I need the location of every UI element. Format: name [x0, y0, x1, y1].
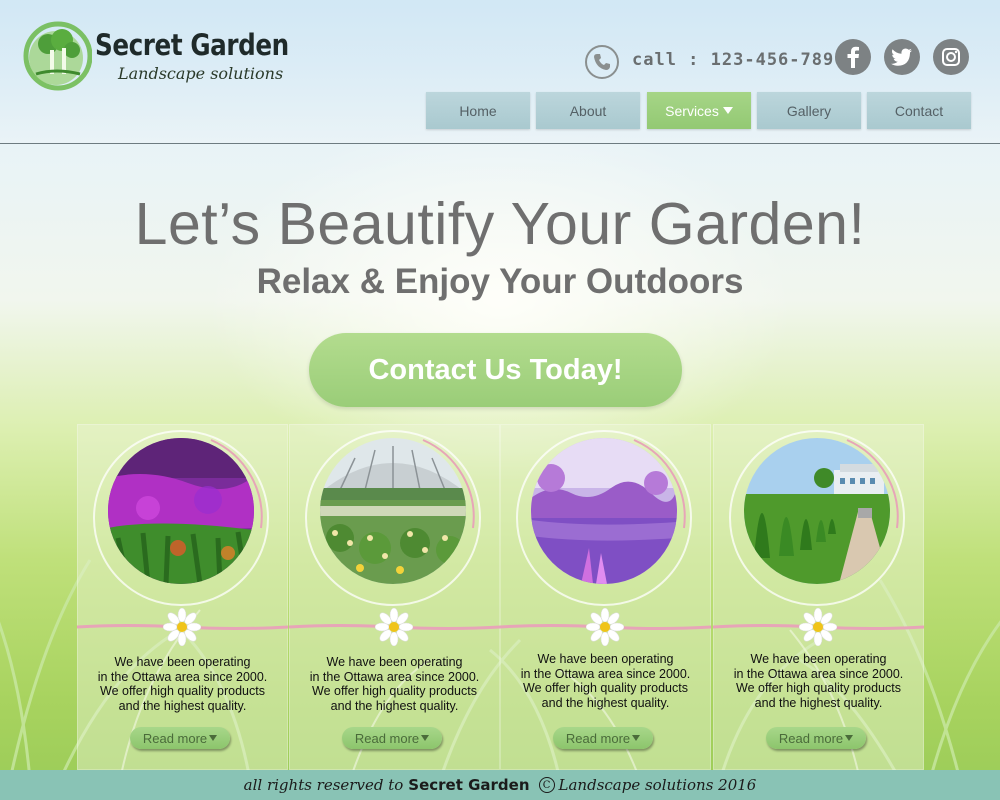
nav-label: About — [569, 102, 607, 119]
card-text-line: in the Ottawa area since 2000. — [733, 666, 904, 681]
facebook-icon[interactable] — [835, 39, 871, 75]
card-description: We have been operating in the Ottawa are… — [713, 652, 924, 710]
card-text-line: We offer high quality products — [100, 684, 265, 698]
card-description: We have been operating in the Ottawa are… — [77, 655, 288, 713]
contact-us-button[interactable]: Contact Us Today! — [309, 333, 682, 407]
card-text-line: in the Ottawa area since 2000. — [520, 666, 691, 681]
nav-label: Gallery — [786, 102, 832, 119]
read-more-label: Read more — [778, 730, 844, 746]
phone-icon — [585, 45, 619, 79]
nav-label: Contact — [894, 102, 944, 119]
daisy-icon — [586, 608, 624, 646]
hero-title: Let’s Beautify Your Garden! — [134, 191, 866, 257]
read-more-button[interactable]: Read more — [553, 727, 653, 749]
photo-purple-flower-field — [108, 438, 254, 584]
instagram-icon[interactable] — [933, 39, 969, 75]
chevron-down-icon — [722, 107, 733, 114]
footer-prefix: all rights reserved to — [243, 776, 404, 794]
hero-subtitle: Relax & Enjoy Your Outdoors — [256, 262, 744, 301]
logo-icon[interactable] — [22, 16, 92, 92]
service-card: We have been operating in the Ottawa are… — [713, 424, 924, 770]
card-text-line: We have been operating — [326, 655, 463, 669]
card-text-line: in the Ottawa area since 2000. — [97, 669, 268, 684]
card-description: We have been operating in the Ottawa are… — [500, 652, 711, 710]
brand-tagline: Landscape solutions — [118, 64, 284, 83]
nav-contact[interactable]: Contact — [867, 92, 971, 129]
photo-purple-lake-reflection — [531, 438, 677, 584]
chevron-down-icon — [845, 735, 854, 741]
brand-name[interactable]: Secret Garden — [95, 28, 289, 62]
card-text-line: We offer high quality products — [736, 681, 901, 695]
photo-greenhouse-flower-garden — [320, 438, 466, 584]
card-text-line: and the highest quality. — [330, 698, 459, 713]
card-text-line: and the highest quality. — [541, 695, 670, 710]
service-card: We have been operating in the Ottawa are… — [289, 424, 500, 770]
twitter-icon[interactable] — [884, 39, 920, 75]
copyright-icon: C — [538, 777, 555, 793]
read-more-label: Read more — [354, 730, 420, 746]
card-text-line: and the highest quality. — [118, 698, 247, 713]
nav-label: Home — [459, 102, 497, 119]
card-text-line: We have been operating — [114, 655, 251, 669]
chevron-down-icon — [421, 735, 430, 741]
read-more-label: Read more — [565, 730, 631, 746]
footer-suffix: Landscape solutions 2016 — [558, 776, 757, 794]
card-text-line: in the Ottawa area since 2000. — [309, 669, 480, 684]
card-text-line: We offer high quality products — [312, 684, 477, 698]
daisy-icon — [799, 608, 837, 646]
site-header: Secret Garden Landscape solutions call :… — [0, 0, 1000, 144]
card-text-line: We offer high quality products — [523, 681, 688, 695]
chevron-down-icon — [209, 735, 218, 741]
service-card: We have been operating in the Ottawa are… — [500, 424, 711, 770]
card-description: We have been operating in the Ottawa are… — [289, 655, 500, 713]
read-more-label: Read more — [142, 730, 208, 746]
read-more-button[interactable]: Read more — [342, 727, 442, 749]
daisy-icon — [375, 608, 413, 646]
nav-home[interactable]: Home — [426, 92, 530, 129]
card-text-line: We have been operating — [750, 652, 887, 666]
nav-about[interactable]: About — [536, 92, 640, 129]
service-card: We have been operating in the Ottawa are… — [77, 424, 288, 770]
read-more-button[interactable]: Read more — [130, 727, 230, 749]
photo-topiary-garden-path — [744, 438, 890, 584]
phone-number[interactable]: call : 123-456-7890 — [632, 50, 845, 70]
footer-brand: Secret Garden — [408, 776, 530, 794]
card-text-line: and the highest quality. — [754, 695, 883, 710]
nav-label: Services — [665, 102, 719, 119]
nav-gallery[interactable]: Gallery — [757, 92, 861, 129]
read-more-button[interactable]: Read more — [766, 727, 866, 749]
chevron-down-icon — [632, 735, 641, 741]
daisy-icon — [163, 608, 201, 646]
nav-services[interactable]: Services — [647, 92, 751, 129]
site-footer: all rights reserved to Secret Garden C L… — [0, 770, 1000, 800]
card-text-line: We have been operating — [537, 652, 674, 666]
